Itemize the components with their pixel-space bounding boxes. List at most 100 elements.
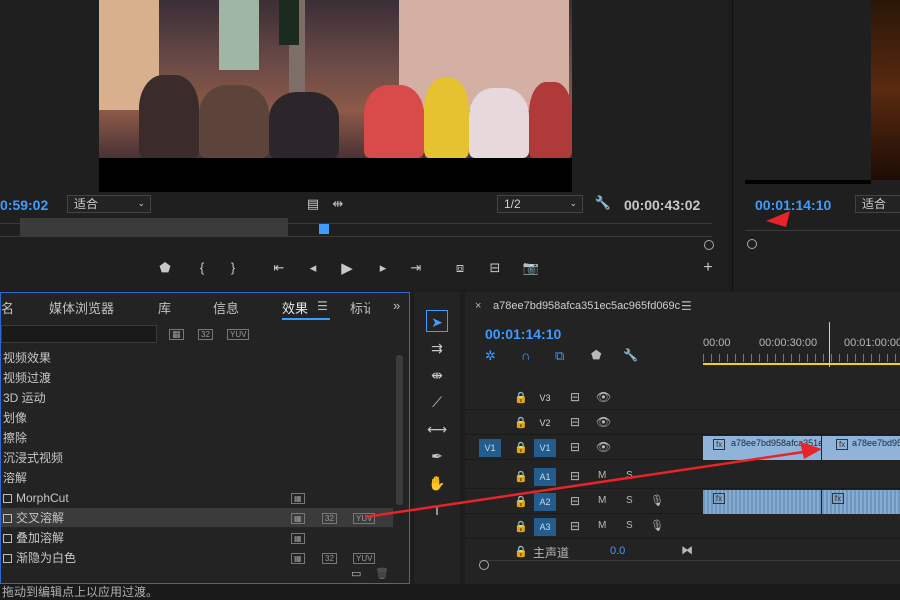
sequence-tab[interactable]: a78ee7bd958afca351ec5ac965fd069c	[493, 300, 680, 312]
sync-lock-icon[interactable]: ⊟	[570, 390, 580, 404]
razor-tool-icon[interactable]: ⟋	[426, 391, 448, 413]
source-patch-v1[interactable]: V1	[479, 439, 501, 457]
export-settings-icon[interactable]: ▤	[302, 196, 324, 212]
playhead-marker[interactable]	[319, 224, 329, 234]
program-fit-dropdown[interactable]: 适合	[855, 195, 900, 213]
track-select-tool-icon[interactable]: ⇉	[426, 337, 448, 359]
lock-icon[interactable]: 🔒	[514, 495, 528, 508]
timeline-playhead[interactable]	[829, 322, 830, 367]
compare-icon[interactable]: ⇹	[327, 196, 349, 212]
snap-icon[interactable]: ∩	[521, 348, 530, 363]
tab-project[interactable]: 名	[1, 298, 14, 317]
eye-icon[interactable]: 👁	[596, 440, 611, 454]
effect-cross-dissolve[interactable]: 交叉溶解 ▦ 32 YUV	[1, 508, 393, 528]
program-zoom-handle[interactable]	[747, 239, 757, 249]
hand-tool-icon[interactable]: ✋	[426, 472, 448, 494]
eye-icon[interactable]: 👁	[596, 415, 611, 429]
timeline-settings-icon[interactable]: 🔧	[623, 348, 638, 362]
tree-item-wipe[interactable]: 擦除	[1, 428, 393, 448]
sync-lock-icon[interactable]: ⊟	[570, 494, 580, 508]
sync-lock-icon[interactable]: ⊟	[570, 469, 580, 483]
tree-item-video-transitions[interactable]: 视频过渡	[1, 368, 393, 388]
master-volume-value[interactable]: 0.0	[610, 545, 625, 557]
close-sequence-icon[interactable]: ×	[475, 300, 481, 312]
nest-icon[interactable]: ✲	[485, 348, 496, 364]
slip-tool-icon[interactable]: ⟷	[426, 418, 448, 440]
go-to-end-icon[interactable]: ⧓	[681, 543, 693, 557]
source-timecode[interactable]: 0:59:02	[0, 197, 48, 213]
time-ruler[interactable]: 00:00 00:00:30:00 00:01:00:00	[703, 322, 900, 367]
selection-tool-icon[interactable]: ➤	[426, 310, 448, 332]
video-clip[interactable]: fx a78ee7bd95	[822, 436, 900, 460]
yuv-filter-badge[interactable]: YUV	[227, 329, 250, 340]
microphone-icon[interactable]: 🎙	[650, 519, 664, 532]
solo-button[interactable]: S	[626, 470, 633, 481]
zoom-handle[interactable]	[704, 240, 714, 250]
microphone-icon[interactable]: 🎙	[650, 494, 664, 507]
tree-item-3d-motion[interactable]: 3D 运动	[1, 388, 393, 408]
effect-morphcut[interactable]: MorphCut ▦	[1, 488, 393, 508]
type-tool-icon[interactable]: T	[426, 499, 448, 521]
add-marker-icon[interactable]: ⬟	[591, 348, 601, 362]
32bit-filter-badge[interactable]: 32	[198, 329, 213, 340]
mark-in-icon[interactable]: {	[191, 260, 213, 275]
video-clip[interactable]: fx a78ee7bd958afca351e	[703, 436, 823, 460]
add-marker-icon[interactable]: ⬟	[154, 260, 176, 276]
tab-libraries[interactable]: 库	[158, 298, 171, 317]
new-bin-icon[interactable]: ▭	[351, 567, 361, 580]
sync-lock-icon[interactable]: ⊟	[570, 440, 580, 454]
track-label-v2[interactable]: V2	[534, 414, 556, 432]
tab-markers[interactable]: 标记	[350, 298, 370, 317]
insert-icon[interactable]: ⧈	[449, 260, 471, 276]
timeline-menu-icon[interactable]: ☰	[681, 299, 692, 313]
lock-icon[interactable]: 🔒	[514, 545, 528, 558]
solo-button[interactable]: S	[626, 520, 633, 531]
more-panels-icon[interactable]: »	[393, 298, 400, 313]
camera-icon[interactable]: 📷	[520, 260, 542, 276]
mute-button[interactable]: M	[598, 520, 606, 531]
trash-icon[interactable]: 🗑	[375, 567, 389, 580]
track-label-v1[interactable]: V1	[534, 439, 556, 457]
mark-out-icon[interactable]: }	[222, 260, 244, 275]
effect-dip-to-white[interactable]: 渐隐为白色 ▦ 32 YUV	[1, 548, 393, 568]
tab-info[interactable]: 信息	[213, 298, 239, 317]
go-to-in-icon[interactable]: ⇤	[268, 260, 290, 276]
track-label-a3[interactable]: A3	[534, 518, 556, 536]
mute-button[interactable]: M	[598, 495, 606, 506]
lock-icon[interactable]: 🔒	[514, 520, 528, 533]
sync-lock-icon[interactable]: ⊟	[570, 415, 580, 429]
wrench-icon[interactable]: 🔧	[592, 195, 614, 211]
tree-item-immersive-video[interactable]: 沉浸式视频	[1, 448, 393, 468]
pen-tool-icon[interactable]: ✒	[426, 445, 448, 467]
lock-icon[interactable]: 🔒	[514, 441, 528, 454]
mute-button[interactable]: M	[598, 470, 606, 481]
program-timecode[interactable]: 00:01:14:10	[755, 197, 831, 213]
add-button-icon[interactable]: +	[697, 259, 719, 277]
effect-additive-dissolve[interactable]: 叠加溶解 ▦	[1, 528, 393, 548]
eye-icon[interactable]: 👁	[596, 390, 611, 404]
work-area-bar[interactable]	[703, 363, 900, 365]
fit-dropdown[interactable]: 适合 ⌄	[67, 195, 151, 213]
resolution-dropdown[interactable]: 1/2 ⌄	[497, 195, 583, 213]
step-forward-icon[interactable]: ▸	[372, 260, 394, 276]
tab-media-browser[interactable]: 媒体浏览器	[49, 298, 114, 317]
track-label-a1[interactable]: A1	[534, 468, 556, 486]
track-label-a2[interactable]: A2	[534, 493, 556, 511]
audio-clip[interactable]: fx	[703, 490, 821, 514]
tree-item-video-effects[interactable]: 视频效果	[1, 348, 393, 368]
overwrite-icon[interactable]: ⊟	[484, 260, 506, 276]
tree-item-iris[interactable]: 划像	[1, 408, 393, 428]
lock-icon[interactable]: 🔒	[514, 416, 528, 429]
go-to-out-icon[interactable]: ⇥	[405, 260, 427, 276]
lock-icon[interactable]: 🔒	[514, 391, 528, 404]
step-back-icon[interactable]: ◂	[302, 260, 324, 276]
track-label-v3[interactable]: V3	[534, 389, 556, 407]
play-icon[interactable]: ▶	[336, 259, 358, 277]
effects-scrollbar[interactable]	[396, 355, 403, 505]
sync-lock-icon[interactable]: ⊟	[570, 519, 580, 533]
linked-selection-icon[interactable]: ⧉	[555, 348, 564, 364]
lock-icon[interactable]: 🔒	[514, 470, 528, 483]
solo-button[interactable]: S	[626, 495, 633, 506]
timeline-zoom-handle[interactable]	[479, 560, 489, 570]
timeline-timecode[interactable]: 00:01:14:10	[485, 326, 561, 342]
